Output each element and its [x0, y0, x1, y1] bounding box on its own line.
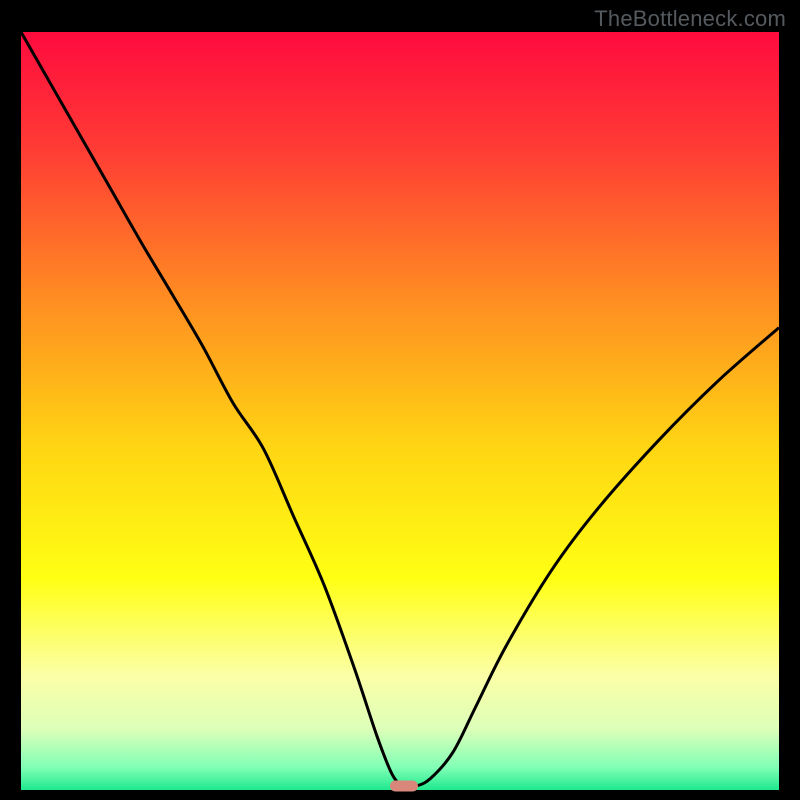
bottleneck-curve — [21, 32, 779, 787]
watermark-text: TheBottleneck.com — [594, 6, 786, 32]
chart-container: TheBottleneck.com — [0, 0, 800, 800]
optimal-marker — [390, 781, 418, 792]
curve-layer — [21, 32, 779, 790]
plot-area — [21, 32, 779, 790]
